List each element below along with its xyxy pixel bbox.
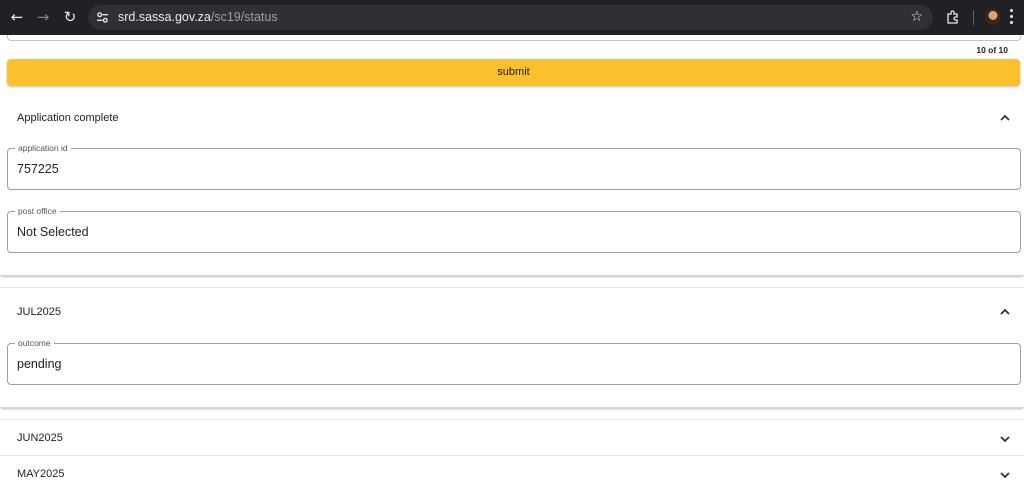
divider <box>0 287 1024 288</box>
section-title[interactable]: JUL2025 <box>17 306 61 318</box>
field-value: Not Selected <box>17 225 89 239</box>
section-title[interactable]: JUN2025 <box>17 432 63 444</box>
url-text[interactable]: srd.sassa.gov.za/sc19/status <box>118 5 278 30</box>
browser-toolbar: ← → ↻ srd.sassa.gov.za/sc19/status ☆ <box>0 0 1024 35</box>
menu-icon[interactable] <box>1010 9 1014 25</box>
forward-button[interactable]: → <box>33 7 53 27</box>
url-host: srd.sassa.gov.za <box>118 10 211 24</box>
chevron-up-icon[interactable] <box>998 307 1012 317</box>
field-label: post office <box>15 206 60 217</box>
section-title[interactable]: Application complete <box>17 112 119 124</box>
field-value: 757225 <box>17 162 59 176</box>
back-button[interactable]: ← <box>7 7 27 27</box>
page-content: 10 of 10 submit Application complete app… <box>0 35 1024 491</box>
outcome-field[interactable]: outcome pending <box>7 338 1021 385</box>
section-title[interactable]: MAY2025 <box>17 468 65 480</box>
reload-button[interactable]: ↻ <box>60 7 80 27</box>
post-office-field[interactable]: post office Not Selected <box>7 206 1021 253</box>
chevron-down-icon[interactable] <box>998 434 1012 444</box>
divider <box>0 455 1024 456</box>
profile-avatar[interactable] <box>985 9 1001 25</box>
application-id-field[interactable]: application id 757225 <box>7 143 1021 190</box>
section-may2025[interactable]: MAY2025 <box>0 455 1024 491</box>
star-icon[interactable]: ☆ <box>910 9 923 26</box>
partial-input-field[interactable] <box>7 35 1021 41</box>
toolbar-divider <box>973 10 974 25</box>
address-bar[interactable]: srd.sassa.gov.za/sc19/status ☆ <box>88 5 933 30</box>
chevron-down-icon[interactable] <box>998 470 1012 480</box>
submit-button[interactable]: submit <box>7 59 1020 86</box>
extensions-icon[interactable] <box>945 9 961 25</box>
section-jun2025[interactable]: JUN2025 <box>0 419 1024 455</box>
url-path: /sc19/status <box>210 10 278 24</box>
section-jul2025: JUL2025 outcome pending <box>0 287 1024 408</box>
chevron-up-icon[interactable] <box>998 113 1012 123</box>
field-label: outcome <box>15 338 54 349</box>
section-application-complete: Application complete application id 7572… <box>0 93 1024 276</box>
divider <box>0 419 1024 420</box>
field-value: pending <box>17 357 62 371</box>
field-label: application id <box>15 143 71 154</box>
character-counter: 10 of 10 <box>976 45 1008 55</box>
site-settings-icon[interactable] <box>96 11 109 24</box>
